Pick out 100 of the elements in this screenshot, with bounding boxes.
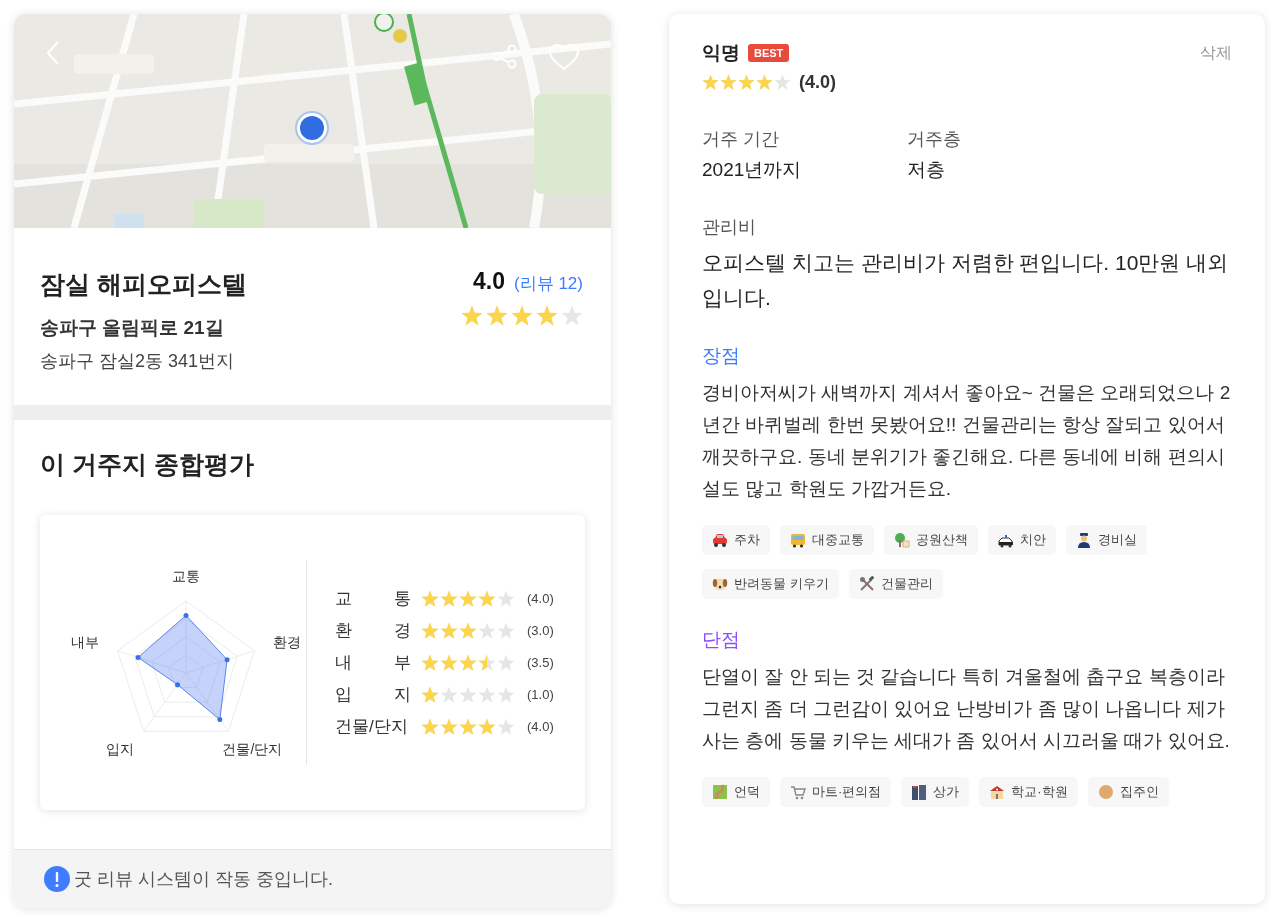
detail-label: 거주층 bbox=[907, 128, 962, 151]
star-icon bbox=[440, 717, 458, 736]
detail-value: 저층 bbox=[907, 158, 946, 182]
star-icon bbox=[497, 653, 515, 672]
star-icon bbox=[497, 589, 515, 608]
guard-icon bbox=[1076, 532, 1092, 548]
star-icon bbox=[561, 305, 583, 327]
rating-label: 입 지 bbox=[335, 684, 411, 706]
listing-name: 잠실 해피오피스텔 bbox=[40, 269, 247, 300]
rating-value: (4.0) bbox=[527, 591, 554, 606]
person-icon bbox=[1097, 784, 1114, 800]
star-icon bbox=[440, 685, 458, 704]
tag-label: 건물관리 bbox=[880, 575, 933, 593]
tag-label: 반려동물 키우기 bbox=[734, 575, 829, 593]
star-icon bbox=[478, 685, 496, 704]
rating-value: (1.0) bbox=[527, 687, 554, 702]
star-icon bbox=[478, 589, 496, 608]
rating-value: (3.0) bbox=[527, 623, 554, 638]
rating-label: 환 경 bbox=[335, 620, 411, 642]
star-icon bbox=[774, 74, 791, 91]
section-heading: 장점 bbox=[702, 344, 741, 368]
share-icon[interactable] bbox=[492, 44, 517, 69]
star-icon bbox=[461, 305, 483, 327]
star-icon bbox=[536, 305, 558, 327]
star-icon bbox=[497, 621, 515, 640]
rating-value: (4.0) bbox=[527, 719, 554, 734]
rating-value: (3.5) bbox=[527, 655, 554, 670]
star-icon bbox=[497, 685, 515, 704]
tag-label: 상가 bbox=[933, 783, 960, 801]
star-icon bbox=[421, 621, 439, 640]
detail-label: 거주 기간 bbox=[702, 128, 780, 151]
lot-address: 송파구 잠실2동 341번지 bbox=[40, 350, 236, 373]
star-icon bbox=[702, 74, 719, 91]
alert-icon bbox=[44, 866, 70, 892]
tree-icon bbox=[894, 532, 910, 548]
tag-label: 대중교통 bbox=[812, 531, 864, 549]
star-icon bbox=[459, 589, 477, 608]
tag-label: 집주인 bbox=[1119, 783, 1159, 801]
star-icon bbox=[478, 621, 496, 640]
axis-label: 환경 bbox=[273, 633, 302, 652]
star-icon bbox=[459, 685, 477, 704]
star-icon bbox=[497, 717, 515, 736]
cart-icon bbox=[790, 784, 806, 800]
section-heading: 단점 bbox=[702, 628, 741, 652]
tools-icon bbox=[858, 576, 875, 592]
school-icon bbox=[989, 784, 1006, 800]
review-text: 단열이 잘 안 되는 것 같습니다 특히 겨울철에 춥구요 복층이라 그런지 좀 더 그런감이 있어요 난방비가 좀 많이 나옵니다 제가 사는 층에 동물 키우는 세대가 좀 있어서 시끄러울 때가 있어요. bbox=[702, 665, 1231, 753]
axis-label: 내부 bbox=[70, 633, 99, 652]
tag-label: 치안 bbox=[1020, 531, 1046, 549]
axis-label: 건물/단지 bbox=[222, 741, 283, 760]
star-icon bbox=[720, 74, 737, 91]
star-icon bbox=[478, 653, 496, 672]
star-icon bbox=[440, 653, 458, 672]
police-car-icon bbox=[998, 532, 1014, 548]
tag-label: 공원산책 bbox=[916, 531, 968, 549]
car-icon bbox=[712, 532, 728, 548]
rating-label: 건물/단지 bbox=[335, 716, 409, 738]
tag-label: 경비실 bbox=[1098, 531, 1137, 549]
star-icon bbox=[459, 653, 477, 672]
review-score: (4.0) bbox=[799, 72, 836, 93]
author-name: 익명 bbox=[702, 41, 740, 65]
section-title: 이 거주지 종합평가 bbox=[40, 449, 255, 480]
tag-label: 주차 bbox=[734, 531, 760, 549]
rating-label: 내 부 bbox=[335, 652, 411, 674]
star-icon bbox=[421, 589, 439, 608]
best-badge: BEST bbox=[748, 44, 790, 62]
star-icon bbox=[421, 717, 439, 736]
axis-label: 입지 bbox=[105, 741, 134, 760]
hill-icon bbox=[712, 784, 728, 800]
star-icon bbox=[421, 685, 439, 704]
tag-label: 마트·편의점 bbox=[812, 783, 882, 801]
bus-icon bbox=[790, 532, 806, 548]
axis-label: 교통 bbox=[172, 567, 200, 586]
star-icon bbox=[478, 717, 496, 736]
star-icon bbox=[421, 653, 439, 672]
building-icon bbox=[911, 784, 928, 800]
notice-text: 굿 리뷰 시스템이 작동 중입니다. bbox=[74, 868, 333, 891]
star-icon bbox=[440, 589, 458, 608]
star-icon bbox=[459, 717, 477, 736]
fee-text: 오피스텔 치고는 관리비가 저렴한 편입니다. 10만원 내외입니다. bbox=[702, 250, 1230, 311]
dog-icon bbox=[712, 576, 728, 592]
rating-score: 4.0 bbox=[473, 268, 506, 295]
tag-label: 학교·학원 bbox=[1011, 783, 1068, 801]
location-marker-icon bbox=[294, 110, 330, 146]
star-icon bbox=[511, 305, 533, 327]
rating-label: 교 통 bbox=[335, 588, 411, 610]
star-icon bbox=[459, 621, 477, 640]
back-icon[interactable] bbox=[46, 40, 60, 66]
star-icon bbox=[756, 74, 773, 91]
review-text: 경비아저씨가 새벽까지 계셔서 좋아요~ 건물은 오래되었으나 2년간 바퀴벌레 한번 못봤어요!! 건물관리는 항상 잘되고 있어서 깨끗하구요. 동네 분위기가 좋긴해요. 다른 동네에 비해 편의시설도 많고 학원도 가깝거든요. bbox=[702, 381, 1232, 501]
heart-icon[interactable] bbox=[549, 44, 579, 70]
star-icon bbox=[440, 621, 458, 640]
detail-value: 2021년까지 bbox=[702, 158, 803, 182]
star-icon bbox=[738, 74, 755, 91]
review-count-link[interactable]: (리뷰 12) bbox=[514, 272, 583, 295]
tag-label: 언덕 bbox=[734, 783, 760, 801]
star-icon bbox=[486, 305, 508, 327]
road-address: 송파구 올림픽로 21길 bbox=[40, 316, 225, 340]
detail-label: 관리비 bbox=[702, 216, 757, 239]
delete-link[interactable]: 삭제 bbox=[1200, 42, 1232, 64]
